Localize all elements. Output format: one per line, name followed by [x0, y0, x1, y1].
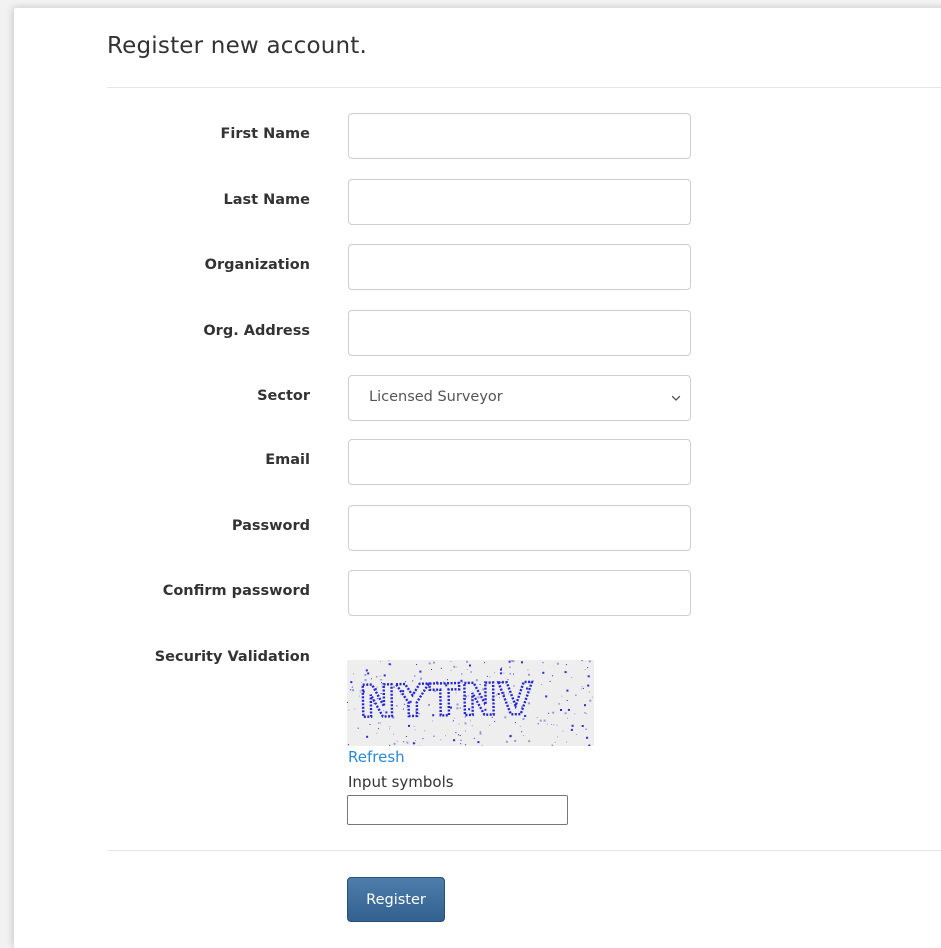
page-title: Register new account.: [107, 33, 367, 59]
form-row-organization: Organization: [0, 244, 941, 290]
divider-bottom: [107, 850, 941, 851]
sector-select[interactable]: Licensed Surveyor: [348, 375, 691, 421]
confirm-password-input[interactable]: [348, 570, 691, 616]
organization-input[interactable]: [348, 244, 691, 290]
sector-selected-value: Licensed Surveyor: [369, 389, 503, 405]
chevron-down-icon: [670, 392, 682, 404]
org-address-label: Org. Address: [203, 323, 310, 339]
captcha-text: NYTNV: [359, 674, 534, 728]
form-row-last-name: Last Name: [0, 179, 941, 225]
captcha-refresh-link[interactable]: Refresh: [348, 748, 405, 766]
captcha-input[interactable]: [347, 795, 568, 825]
organization-label: Organization: [205, 257, 310, 273]
form-row-password: Password: [0, 505, 941, 551]
input-symbols-label: Input symbols: [348, 773, 454, 791]
form-row-first-name: First Name: [0, 113, 941, 159]
sector-label: Sector: [257, 388, 310, 404]
form-row-email: Email: [0, 439, 941, 485]
form-row-sector: Sector Licensed Surveyor: [0, 375, 941, 421]
form-row-confirm-password: Confirm password: [0, 570, 941, 616]
password-input[interactable]: [348, 505, 691, 551]
org-address-input[interactable]: [348, 310, 691, 356]
first-name-label: First Name: [221, 126, 311, 142]
captcha-image: NYTNV: [347, 660, 594, 746]
first-name-input[interactable]: [348, 113, 691, 159]
register-button[interactable]: Register: [347, 877, 445, 922]
security-validation-label: Security Validation: [155, 649, 310, 665]
last-name-input[interactable]: [348, 179, 691, 225]
form-row-org-address: Org. Address: [0, 310, 941, 356]
email-label: Email: [265, 452, 310, 468]
last-name-label: Last Name: [224, 192, 311, 208]
divider-top: [107, 87, 941, 88]
password-label: Password: [232, 518, 310, 534]
email-input[interactable]: [348, 439, 691, 485]
confirm-password-label: Confirm password: [163, 583, 310, 599]
